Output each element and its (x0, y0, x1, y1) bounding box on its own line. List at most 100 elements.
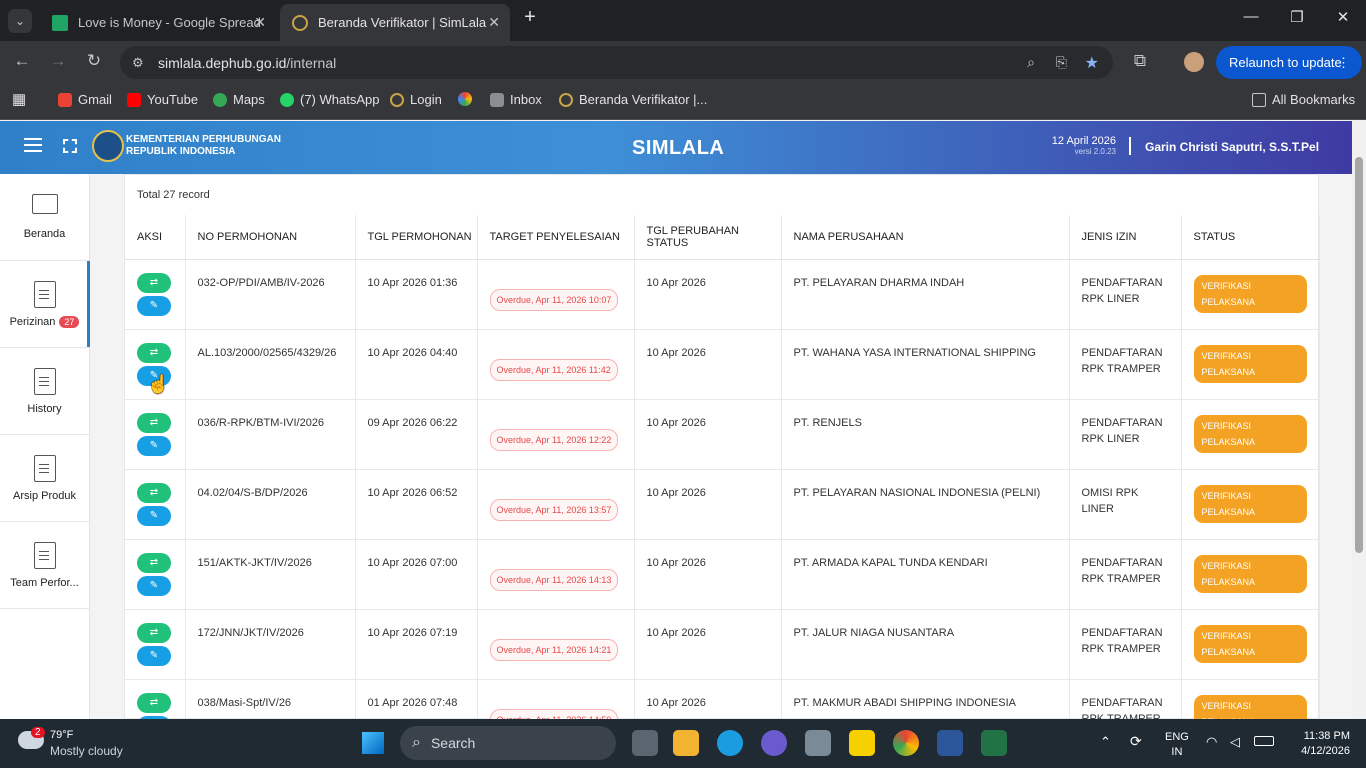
address-bar[interactable]: ⚙ simlala.dephub.go.id/internal ⌕ ⎘ ★ (120, 46, 1113, 79)
bookmark-beranda[interactable]: Beranda Verifikator |... (559, 92, 707, 107)
search-icon: ⌕ (412, 734, 421, 751)
new-tab-button[interactable]: + (507, 6, 553, 29)
edge-icon[interactable] (717, 730, 743, 756)
table-row: ⇄✎038/Masi-Spt/IV/2601 Apr 2026 07:48 Ove… (125, 679, 1320, 719)
all-bookmarks[interactable]: All Bookmarks (1252, 92, 1355, 107)
bookmark-youtube[interactable]: YouTube (127, 92, 198, 107)
change-status-button[interactable]: ⇄ (137, 552, 171, 573)
minimize-button[interactable]: — (1228, 8, 1274, 25)
sticky-notes-icon[interactable] (849, 730, 875, 756)
excel-icon[interactable] (981, 730, 1007, 756)
install-app-icon[interactable]: ⎘ (1056, 54, 1067, 71)
maximize-button[interactable]: ❐ (1274, 8, 1320, 26)
relaunch-button[interactable]: Relaunch to update ⋮ (1216, 46, 1362, 79)
sidebar-item-beranda[interactable]: Beranda (0, 174, 89, 261)
change-status-button[interactable]: ⇄ (137, 272, 171, 293)
no-permohonan-cell: 038/Masi-Spt/IV/26 (185, 679, 356, 719)
youtube-icon (127, 92, 141, 107)
status-cell: VERIFIKASI PELAKSANA (1181, 609, 1320, 680)
change-status-button[interactable]: ⇄ (137, 342, 171, 363)
kemenhub-logo (92, 130, 124, 162)
clock[interactable]: 11:38 PM 4/12/2026 (1301, 729, 1350, 759)
close-tab-icon[interactable]: ✕ (488, 14, 500, 31)
bookmark-label: YouTube (147, 92, 199, 107)
sync-icon[interactable]: ⟳ (1130, 733, 1142, 750)
edit-button[interactable]: ✎ (137, 575, 171, 596)
status-badge: VERIFIKASI PELAKSANA (1193, 554, 1307, 593)
weather-desc[interactable]: Mostly cloudy (50, 744, 123, 758)
tray-chevron-icon[interactable]: ⌃ (1100, 734, 1111, 750)
bookmark-photos[interactable] (458, 92, 472, 106)
camera-icon[interactable] (805, 730, 831, 756)
change-status-button[interactable]: ⇄ (137, 692, 171, 713)
scrollbar-thumb[interactable] (1355, 157, 1363, 553)
user-name[interactable]: Garin Christi Saputri, S.S.T.Pel (1145, 140, 1319, 154)
change-status-button[interactable]: ⇄ (137, 412, 171, 433)
target-cell: Overdue, Apr 11, 2026 10:07 (477, 259, 635, 330)
status-cell: VERIFIKASI PELAKSANA (1181, 679, 1320, 719)
bookmark-gmail[interactable]: Gmail (58, 92, 112, 107)
sidebar-item-perizinan[interactable]: Perizinan 27 (0, 261, 90, 348)
search-placeholder: Search (430, 735, 476, 751)
task-view-icon[interactable] (632, 730, 658, 756)
file-explorer-icon[interactable] (673, 730, 699, 756)
site-info-icon[interactable]: ⚙ (132, 55, 144, 71)
chrome-icon[interactable] (893, 730, 919, 756)
change-status-button[interactable]: ⇄ (137, 482, 171, 503)
hamburger-menu-icon[interactable] (24, 138, 42, 140)
bookmark-whatsapp[interactable]: (7) WhatsApp (280, 92, 379, 107)
bookmark-maps[interactable]: Maps (213, 92, 265, 107)
close-window-button[interactable]: ✕ (1320, 8, 1366, 26)
word-icon[interactable] (937, 730, 963, 756)
edit-button[interactable]: ✎ (137, 505, 171, 526)
bookmark-login[interactable]: Login (390, 92, 442, 107)
jenis-izin-line2: RPK TRAMPER (1081, 642, 1161, 655)
windows-taskbar: 2 79°F Mostly cloudy ⌕ Search ⌃ ⟳ ENG IN… (0, 719, 1366, 768)
jenis-izin-line2: RPK TRAMPER (1081, 572, 1161, 585)
gmail-icon (58, 92, 72, 107)
forward-icon[interactable]: → (46, 51, 70, 71)
taskbar-search[interactable]: ⌕ Search (400, 726, 616, 760)
apps-grid-icon[interactable]: ▦ (12, 90, 26, 108)
edit-button[interactable]: ✎ (137, 295, 171, 316)
more-menu-icon[interactable]: ⋮ (1337, 55, 1350, 71)
language-indicator[interactable]: ENG IN (1165, 730, 1189, 760)
change-status-button[interactable]: ⇄ (137, 622, 171, 643)
sidebar-item-history[interactable]: History (0, 348, 89, 435)
volume-icon[interactable]: ◁ (1230, 734, 1240, 750)
back-icon[interactable]: ← (10, 51, 34, 71)
tab-spreadsheet[interactable]: Love is Money - Google Spread ✕ (40, 4, 276, 41)
simlala-favicon-icon (559, 92, 573, 107)
edit-button[interactable]: ✎ (137, 435, 171, 456)
no-permohonan-cell: 036/R-RPK/BTM-IVI/2026 (185, 399, 356, 470)
reload-icon[interactable]: ↻ (82, 51, 106, 71)
wifi-icon[interactable]: ◠ (1206, 734, 1217, 750)
jenis-izin-line1: OMISI RPK LINER (1081, 486, 1139, 515)
bookmark-star-icon[interactable]: ★ (1085, 53, 1099, 73)
profile-avatar[interactable] (1184, 52, 1204, 72)
zoom-icon[interactable]: ⌕ (1027, 54, 1035, 71)
battery-icon[interactable] (1254, 736, 1274, 746)
weather-temp[interactable]: 79°F (50, 729, 73, 741)
app-icon[interactable] (761, 730, 787, 756)
document-icon (33, 454, 56, 482)
bookmark-inbox[interactable]: Inbox (490, 92, 542, 107)
sidebar-item-label: Perizinan (9, 315, 56, 328)
sidebar-item-team-performance[interactable]: Team Perfor... (0, 522, 89, 609)
table-row: ⇄ ✎ 032-OP/PDI/AMB/IV-2026 10 Apr 2026 01:3… (125, 259, 1320, 330)
tab-simlala[interactable]: Beranda Verifikator | SimLala ✕ (280, 4, 510, 41)
edit-button[interactable]: ✎ (137, 645, 171, 666)
sidebar-item-arsip-produk[interactable]: Arsip Produk (0, 435, 89, 522)
all-bookmarks-label: All Bookmarks (1272, 92, 1356, 107)
close-tab-icon[interactable]: ✕ (254, 14, 266, 31)
fullscreen-icon[interactable] (63, 139, 77, 153)
column-header: NAMA PERUSAHAAN (781, 215, 1070, 260)
tab-search-icon[interactable]: ⌄ (8, 9, 32, 33)
column-header: NO PERMOHONAN (185, 215, 356, 260)
start-icon[interactable] (362, 732, 384, 754)
nama-perusahaan-cell: PT. ARMADA KAPAL TUNDA KENDARI (781, 539, 1070, 610)
extensions-icon[interactable]: ⧉ (1128, 51, 1152, 71)
clock-time: 11:38 PM (1303, 730, 1350, 742)
tgl-permohonan-cell: 10 Apr 2026 01:36 (355, 259, 478, 330)
photos-icon (458, 92, 472, 106)
